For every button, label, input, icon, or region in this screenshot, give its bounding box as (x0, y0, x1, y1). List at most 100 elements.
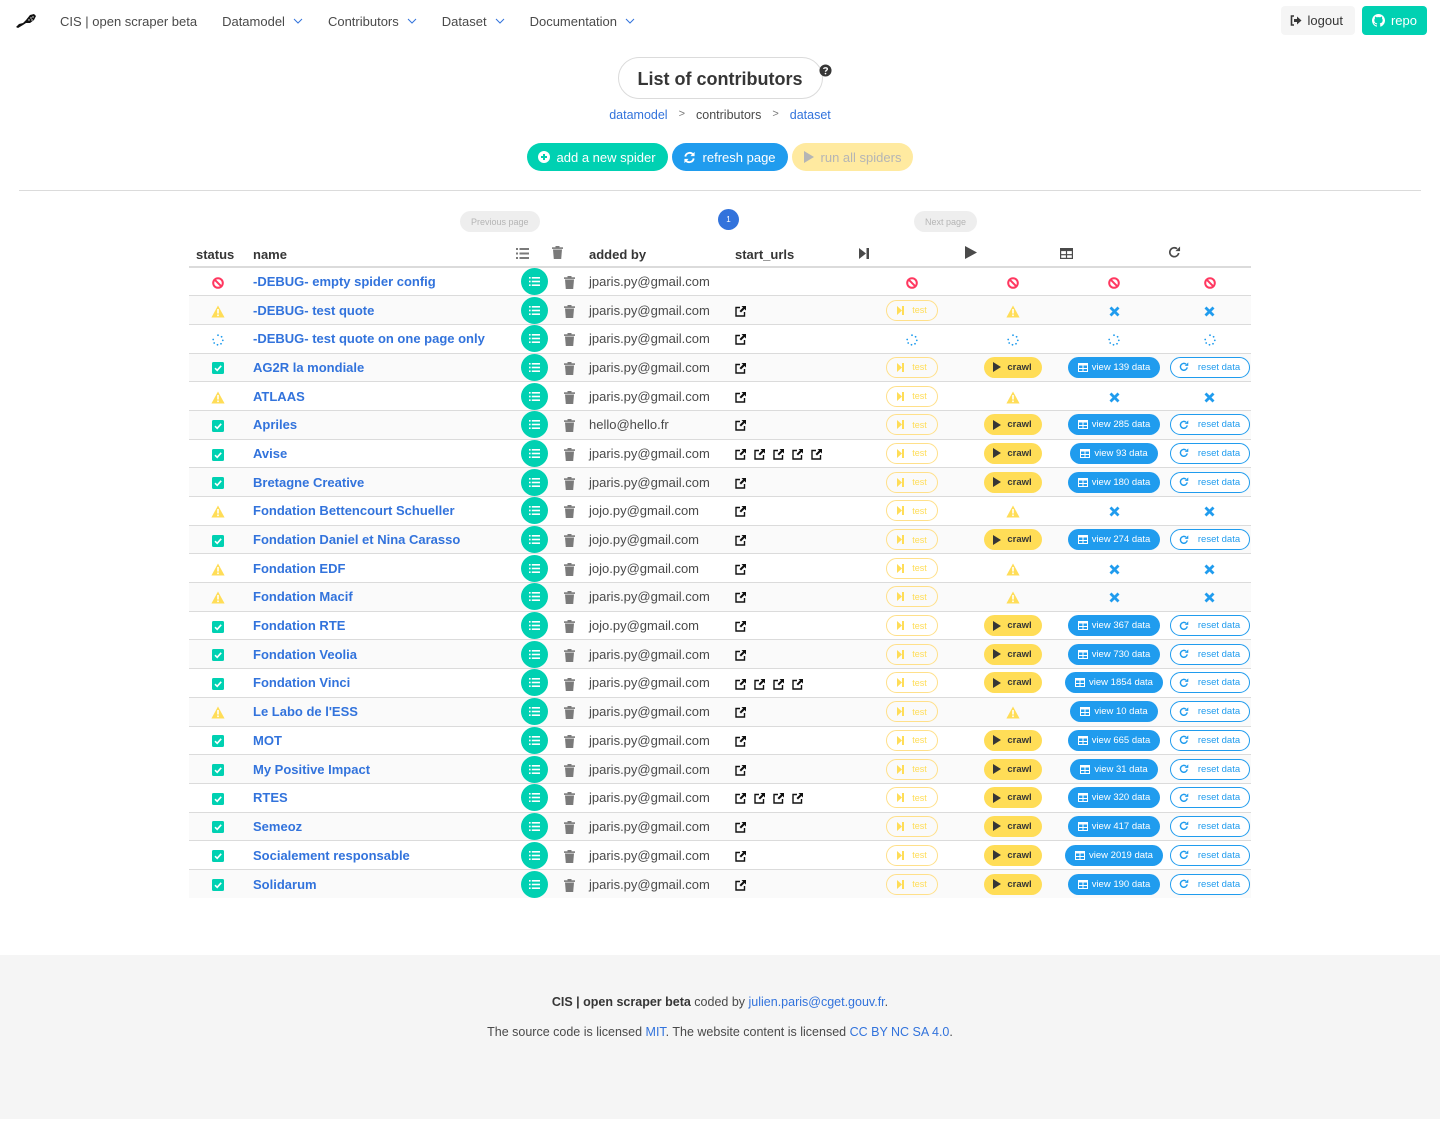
test-spider-button[interactable]: test (886, 500, 938, 522)
test-spider-button[interactable]: test (886, 356, 938, 378)
external-link-icon[interactable] (735, 707, 746, 718)
edit-spider-button[interactable] (520, 726, 548, 754)
external-link-icon[interactable] (735, 362, 746, 374)
trash-icon[interactable] (563, 763, 575, 777)
external-link-icon[interactable] (773, 449, 784, 460)
footer-email-link[interactable]: julien.paris@cget.gouv.fr (749, 995, 885, 1009)
edit-spider-button[interactable] (520, 640, 548, 668)
refresh-page-button[interactable]: refresh page (671, 143, 788, 171)
trash-icon[interactable] (563, 304, 575, 318)
trash-icon[interactable] (563, 648, 575, 662)
external-link-icon[interactable] (735, 735, 746, 747)
spider-name-link[interactable]: Semeoz (253, 819, 302, 834)
trash-icon[interactable] (563, 792, 575, 806)
trash-icon[interactable] (563, 849, 575, 863)
trash-icon[interactable] (563, 419, 575, 433)
view-data-button[interactable]: view 190 data (1067, 873, 1161, 895)
external-link-icon[interactable] (735, 477, 746, 489)
page-number-current[interactable]: 1 (718, 209, 739, 230)
edit-spider-button[interactable] (520, 612, 548, 640)
edit-spider-button[interactable] (520, 497, 548, 525)
reset-data-button[interactable]: reset data (1169, 787, 1250, 809)
reset-data-button[interactable]: reset data (1169, 873, 1250, 895)
external-link-icon[interactable] (735, 334, 746, 345)
test-spider-button[interactable]: test (886, 442, 938, 464)
view-data-button[interactable]: view 417 data (1067, 815, 1161, 837)
test-spider-button[interactable]: test (886, 672, 938, 694)
trash-icon[interactable] (563, 562, 575, 576)
external-link-icon[interactable] (735, 850, 746, 862)
spider-name-link[interactable]: -DEBUG- test quote on one page only (253, 331, 485, 346)
breadcrumb-dataset[interactable]: dataset (790, 108, 831, 122)
trash-icon[interactable] (563, 476, 575, 490)
crawl-button[interactable]: crawl (983, 672, 1042, 694)
trash-icon[interactable] (563, 361, 575, 375)
external-link-icon[interactable] (754, 449, 765, 460)
trash-icon[interactable] (563, 505, 575, 519)
edit-spider-button[interactable] (520, 698, 548, 726)
footer-cc-link[interactable]: CC BY NC SA 4.0 (850, 1025, 950, 1039)
edit-spider-button[interactable] (520, 411, 548, 439)
spider-name-link[interactable]: Bretagne Creative (253, 475, 364, 490)
test-spider-button[interactable]: test (886, 844, 938, 866)
footer-mit-link[interactable]: MIT (646, 1025, 666, 1039)
view-data-button[interactable]: view 2019 data (1065, 844, 1163, 866)
view-data-button[interactable]: view 1854 data (1065, 672, 1163, 694)
trash-icon[interactable] (563, 620, 575, 634)
reset-data-button[interactable]: reset data (1169, 729, 1250, 751)
spider-name-link[interactable]: Le Labo de l'ESS (253, 704, 358, 719)
trash-icon[interactable] (563, 878, 575, 892)
trash-icon[interactable] (563, 333, 575, 347)
crawl-button[interactable]: crawl (983, 529, 1042, 551)
previous-page-button[interactable]: Previous page (460, 211, 540, 232)
brush-logo-icon[interactable] (14, 11, 38, 31)
spider-name-link[interactable]: Fondation Veolia (253, 647, 357, 662)
external-link-icon[interactable] (735, 821, 746, 833)
view-data-button[interactable]: view 139 data (1067, 356, 1161, 378)
spider-name-link[interactable]: Solidarum (253, 877, 317, 892)
trash-icon[interactable] (563, 591, 575, 605)
edit-spider-button[interactable] (520, 583, 548, 611)
edit-spider-button[interactable] (520, 784, 548, 812)
reset-data-button[interactable]: reset data (1169, 672, 1250, 694)
edit-spider-button[interactable] (520, 870, 548, 898)
view-data-button[interactable]: view 665 data (1067, 729, 1161, 751)
external-link-icon[interactable] (773, 678, 784, 690)
trash-icon[interactable] (563, 448, 575, 461)
repo-button[interactable]: repo (1361, 6, 1427, 35)
edit-spider-button[interactable] (520, 325, 548, 353)
nav-menu-contributors[interactable]: Contributors (328, 14, 417, 29)
external-link-icon[interactable] (792, 793, 803, 804)
reset-data-button[interactable]: reset data (1169, 414, 1250, 436)
test-spider-button[interactable]: test (886, 385, 938, 407)
test-spider-button[interactable]: test (886, 299, 938, 321)
view-data-button[interactable]: view 10 data (1070, 701, 1158, 723)
breadcrumb-datamodel[interactable]: datamodel (609, 108, 667, 122)
test-spider-button[interactable]: test (886, 643, 938, 665)
test-spider-button[interactable]: test (886, 557, 938, 579)
reset-data-button[interactable]: reset data (1169, 442, 1250, 464)
spider-name-link[interactable]: -DEBUG- test quote (253, 303, 374, 318)
view-data-button[interactable]: view 93 data (1070, 442, 1158, 464)
test-spider-button[interactable]: test (886, 815, 938, 837)
question-circle-icon[interactable] (819, 64, 832, 77)
trash-icon[interactable] (563, 677, 575, 691)
reset-data-button[interactable]: reset data (1169, 844, 1250, 866)
next-page-button[interactable]: Next page (914, 211, 978, 232)
crawl-button[interactable]: crawl (983, 844, 1042, 866)
spider-name-link[interactable]: Fondation RTE (253, 618, 345, 633)
test-spider-button[interactable]: test (886, 414, 938, 436)
nav-brand[interactable]: CIS | open scraper beta (60, 14, 197, 29)
reset-data-button[interactable]: reset data (1169, 815, 1250, 837)
reset-data-button[interactable]: reset data (1169, 471, 1250, 493)
test-spider-button[interactable]: test (886, 729, 938, 751)
view-data-button[interactable]: view 367 data (1067, 615, 1161, 637)
external-link-icon[interactable] (735, 879, 746, 891)
external-link-icon[interactable] (792, 678, 803, 690)
trash-icon[interactable] (563, 706, 575, 720)
external-link-icon[interactable] (735, 621, 746, 632)
spider-name-link[interactable]: ATLAAS (253, 389, 305, 404)
test-spider-button[interactable]: test (886, 758, 938, 780)
trash-icon[interactable] (563, 734, 575, 748)
view-data-button[interactable]: view 285 data (1067, 414, 1161, 436)
